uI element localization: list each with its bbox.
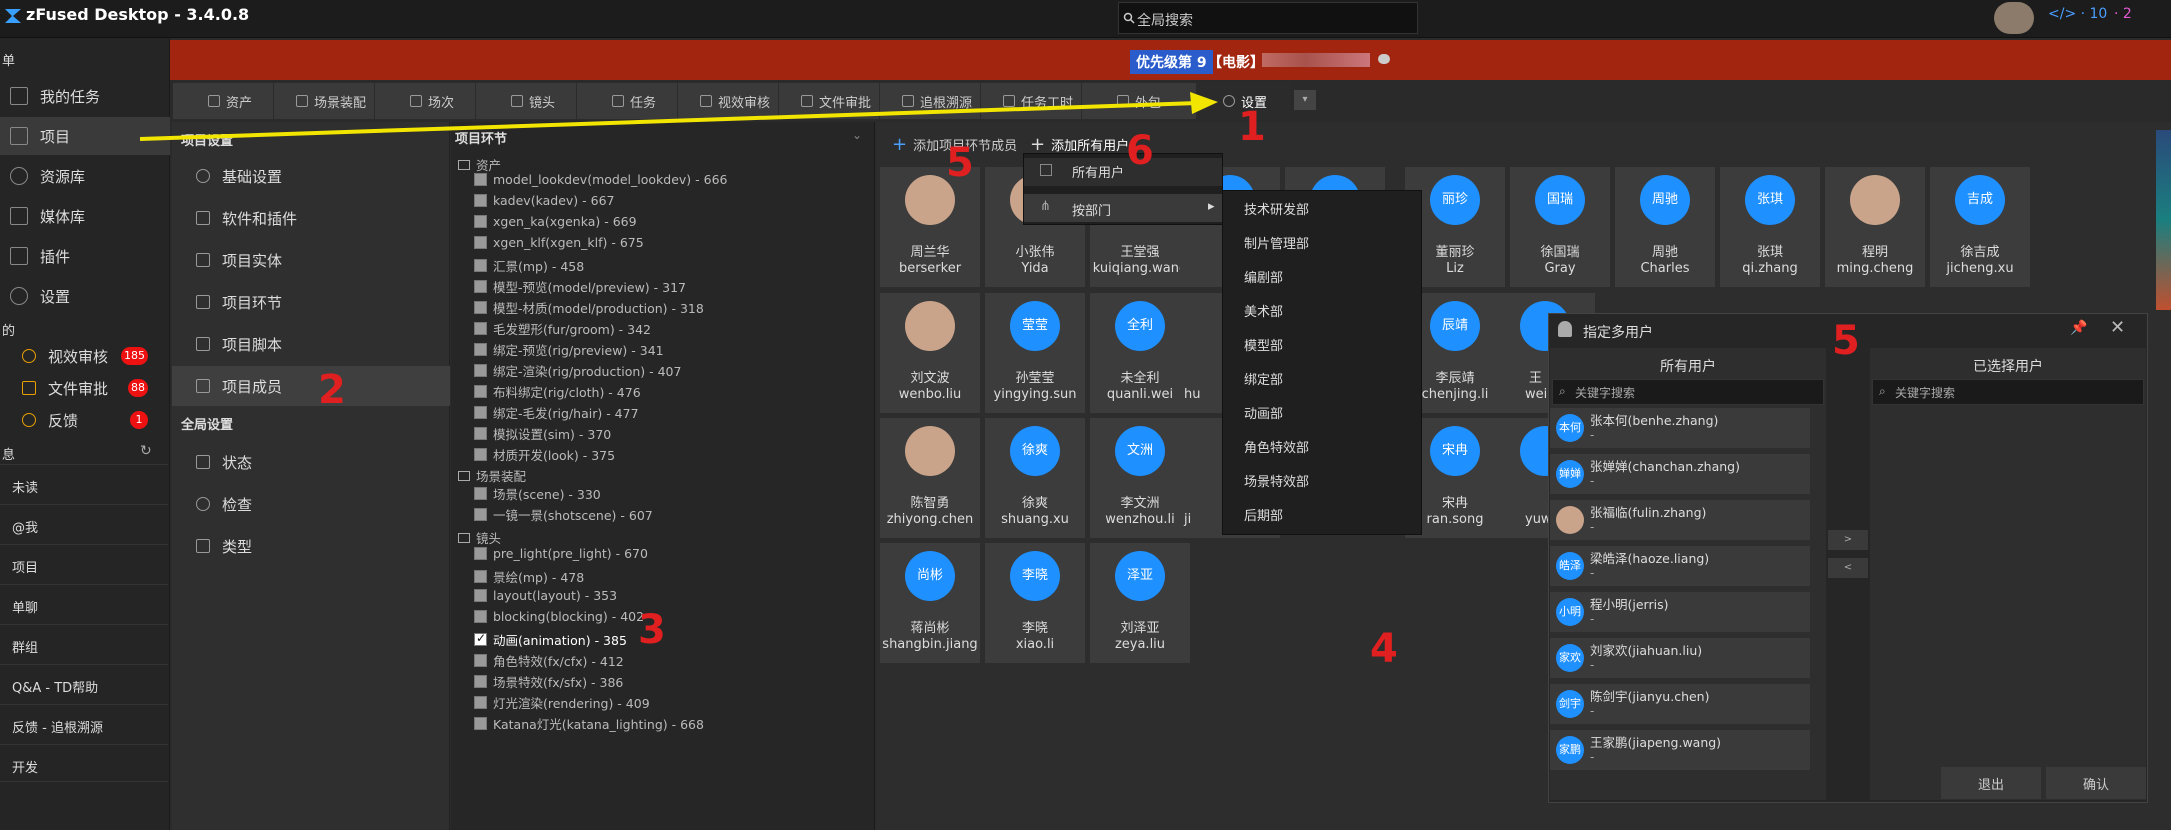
annotation-2: 2 [318, 367, 346, 413]
annotation-6: 6 [1126, 128, 1154, 174]
annotation-5-top: 5 [946, 140, 974, 186]
annotation-arrow [139, 92, 1218, 141]
annotation-3: 3 [638, 607, 666, 653]
annotation-1: 1 [1238, 104, 1266, 150]
annotation-4: 4 [1370, 626, 1398, 672]
annotation-5-dialog: 5 [1832, 318, 1860, 364]
